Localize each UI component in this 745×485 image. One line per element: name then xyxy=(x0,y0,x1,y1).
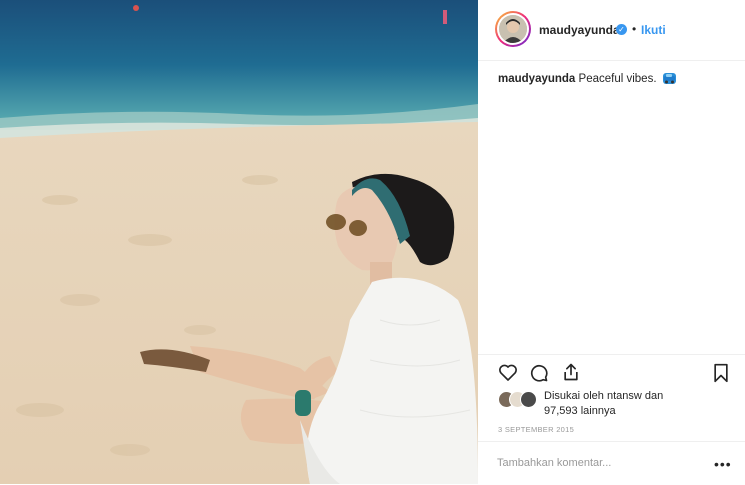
separator-dot: • xyxy=(632,22,637,36)
more-options-icon[interactable]: ••• xyxy=(714,456,732,472)
liker-username[interactable]: ntansw xyxy=(607,390,642,402)
likes-count[interactable]: 97,593 xyxy=(544,405,578,417)
likes-summary: Disukai oleh ntansw dan 97,593 lainnya xyxy=(498,389,738,421)
liker-avatar[interactable] xyxy=(520,391,537,408)
post-header: maudyayunda ✓ • Ikuti xyxy=(478,0,745,61)
comment-bar: ••• xyxy=(478,441,745,485)
post-caption: maudyayunda Peaceful vibes. xyxy=(498,73,738,85)
verified-badge-icon: ✓ xyxy=(616,24,627,35)
heart-icon[interactable] xyxy=(498,363,518,387)
share-icon[interactable] xyxy=(561,362,581,387)
action-bar xyxy=(478,354,745,385)
post-sidebar: maudyayunda ✓ • Ikuti maudyayunda Peacef… xyxy=(478,0,745,484)
caption-text: Peaceful vibes. xyxy=(578,73,657,85)
car-emoji-icon xyxy=(662,73,676,84)
post-photo[interactable] xyxy=(0,0,478,484)
comment-input[interactable] xyxy=(497,455,697,471)
comment-icon[interactable] xyxy=(529,363,549,388)
avatar[interactable] xyxy=(495,11,531,47)
beach-photo-image xyxy=(0,0,478,484)
caption-username[interactable]: maudyayunda xyxy=(498,73,575,85)
username-link[interactable]: maudyayunda xyxy=(539,23,620,37)
bookmark-icon[interactable] xyxy=(712,363,730,388)
likes-text: Disukai oleh ntansw dan 97,593 lainnya xyxy=(544,390,664,417)
follow-button[interactable]: Ikuti xyxy=(641,23,666,37)
avatar-image xyxy=(499,15,527,43)
post-date[interactable]: 3 SEPTEMBER 2015 xyxy=(498,425,574,434)
